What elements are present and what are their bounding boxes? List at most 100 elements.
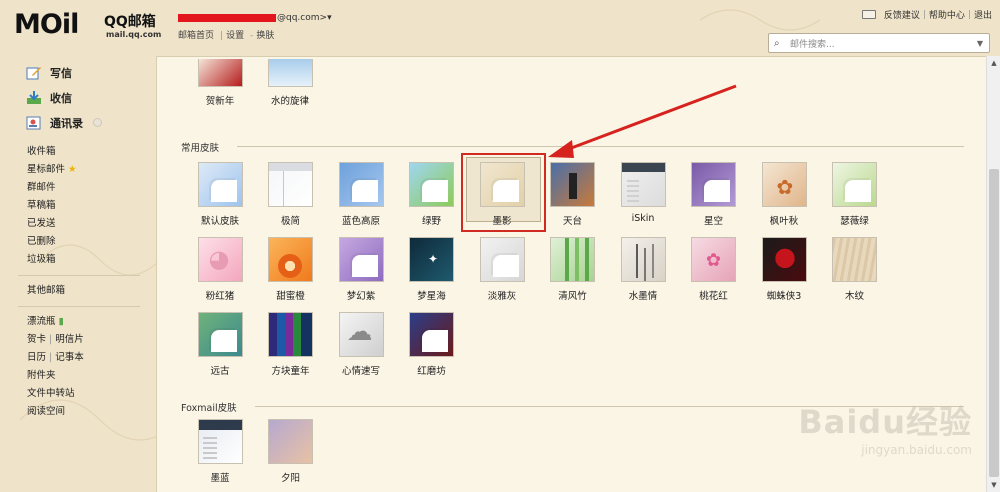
skin-label: iSkin — [631, 213, 655, 224]
search-icon: ⌕ — [774, 37, 780, 49]
skin-item-selected[interactable]: 墨影 — [471, 162, 533, 227]
sidebar-item-starred[interactable]: 星标邮件 ★ — [0, 161, 150, 179]
skin-label: 桃花红 — [699, 291, 728, 302]
skin-item[interactable]: 贺新年 — [189, 59, 251, 107]
calendar-link[interactable]: 日历 — [27, 352, 46, 363]
skin-item[interactable]: 瑟薇绿 — [824, 162, 886, 227]
skin-item[interactable]: 天台 — [542, 162, 604, 227]
skin-thumbnail — [338, 162, 384, 207]
skin-thumbnail — [409, 237, 454, 282]
skin-thumbnail — [338, 237, 384, 282]
search-input[interactable]: 邮件搜索... — [790, 37, 977, 50]
separator: | — [967, 9, 971, 20]
sidebar-item-drafts[interactable]: 草稿箱 — [0, 197, 150, 215]
receive-mail-button[interactable]: 收信 — [0, 85, 150, 110]
skin-item[interactable]: 梦幻紫 — [330, 237, 392, 302]
skin-item[interactable]: 水的旋律 — [259, 59, 321, 107]
skin-thumbnail — [197, 237, 243, 282]
skin-item[interactable]: 甜蜜橙 — [260, 237, 322, 302]
notebook-link[interactable]: 记事本 — [55, 352, 84, 363]
logout-link[interactable]: 退出 — [974, 8, 992, 21]
skin-label: 梦星海 — [417, 291, 446, 302]
sidebar-item-sent[interactable]: 已发送 — [0, 215, 150, 233]
baidu-watermark: Baidu经验 jingyan.baidu.com — [798, 397, 972, 457]
separator: | — [49, 334, 53, 345]
mailbox-home-link[interactable]: 邮箱首页 — [178, 31, 214, 41]
skin-item[interactable]: 星空 — [683, 162, 745, 227]
sidebar-item-deleted[interactable]: 已删除 — [0, 233, 150, 251]
sidebar-item-file-transfer[interactable]: 文件中转站 — [0, 385, 150, 403]
skin-thumbnail — [761, 237, 807, 282]
skin-item[interactable]: 枫叶秋 — [753, 162, 815, 227]
skin-item[interactable]: 夕阳 — [260, 419, 322, 484]
skin-item[interactable]: 桃花红 — [683, 237, 745, 302]
skin-item[interactable]: 绿野 — [401, 162, 463, 227]
skin-thumbnail — [761, 162, 807, 207]
feedback-link[interactable]: 反馈建议 — [884, 8, 920, 21]
skin-item[interactable]: 墨蓝 — [189, 419, 251, 484]
sidebar-item-attachments[interactable]: 附件夹 — [0, 367, 150, 385]
skin-thumbnail — [268, 237, 313, 282]
skin-item[interactable]: 极简 — [260, 162, 322, 227]
separator: - — [250, 31, 254, 41]
sidebar-item-group-mail[interactable]: 群邮件 — [0, 179, 150, 197]
mail-search-box[interactable]: ⌕ 邮件搜索... ▼ — [768, 33, 990, 53]
scroll-down-icon[interactable]: ▼ — [987, 478, 1000, 492]
redacted-account-name — [178, 13, 276, 22]
logo-domain: mail.qq.com — [106, 30, 162, 39]
skin-thumbnail — [479, 162, 525, 207]
sidebar-item-inbox[interactable]: 收件箱 — [0, 143, 150, 161]
postcard-link[interactable]: 明信片 — [55, 334, 84, 345]
separator: | — [922, 9, 926, 20]
change-skin-link[interactable]: 换肤 — [256, 31, 274, 41]
skin-thumbnail — [550, 237, 595, 282]
scroll-up-icon[interactable]: ▲ — [987, 56, 1000, 70]
skin-label: 方块童年 — [271, 366, 310, 377]
skin-thumbnail — [691, 162, 736, 207]
account-selector[interactable]: @qq.com>▾ — [178, 13, 332, 23]
skin-item[interactable]: 红磨坊 — [401, 312, 463, 377]
skin-item[interactable]: 清风竹 — [542, 237, 604, 302]
skin-item[interactable]: 蓝色高原 — [330, 162, 392, 227]
skin-thumbnail — [267, 59, 313, 87]
logo-wordmark: MOil — [14, 9, 79, 40]
skin-label: 红磨坊 — [417, 366, 446, 377]
contacts-button[interactable]: 通讯录 — [0, 110, 150, 135]
inbox-download-icon — [27, 90, 41, 104]
greeting-card-link[interactable]: 贺卡 — [27, 334, 46, 345]
skin-item[interactable]: 心情速写 — [330, 312, 392, 377]
skin-item[interactable]: 远古 — [189, 312, 251, 377]
skin-item[interactable]: 水墨情 — [612, 237, 674, 302]
skin-item[interactable]: 默认皮肤 — [189, 162, 251, 227]
settings-link[interactable]: 设置 — [226, 31, 244, 41]
help-center-link[interactable]: 帮助中心 — [929, 8, 965, 21]
skin-item[interactable]: 梦星海 — [401, 237, 463, 302]
separator: | — [49, 352, 53, 363]
skin-item[interactable]: 蜘蛛侠3 — [753, 237, 815, 302]
skin-label: 墨影 — [492, 216, 512, 227]
skin-item[interactable]: 粉红猪 — [189, 237, 251, 302]
skin-label: 枫叶秋 — [769, 216, 799, 227]
skin-thumbnail — [832, 162, 877, 207]
account-email-suffix: @qq.com> — [277, 13, 328, 23]
compose-button[interactable]: 写信 — [0, 60, 150, 85]
keyboard-icon[interactable] — [861, 10, 876, 19]
skin-item[interactable]: 方块童年 — [260, 312, 322, 377]
search-options-icon[interactable]: ▼ — [977, 39, 983, 48]
sidebar-item-drift-bottle[interactable]: 漂流瓶 ▮ — [0, 313, 150, 331]
skin-item[interactable]: 淡雅灰 — [471, 237, 533, 302]
scrollbar-thumb[interactable] — [989, 169, 999, 477]
skin-item[interactable]: 木纹 — [824, 237, 886, 302]
sidebar-item-other-mailboxes[interactable]: 其他邮箱 — [0, 282, 150, 300]
contacts-status-icon — [93, 118, 102, 127]
skin-label: 梦幻紫 — [346, 291, 376, 302]
contacts-label: 通讯录 — [50, 116, 83, 130]
vertical-scrollbar[interactable]: ▲ ▼ — [986, 56, 1000, 492]
skin-label: 墨蓝 — [210, 473, 230, 484]
sidebar-item-spam[interactable]: 垃圾箱 — [0, 251, 150, 269]
skin-label: 甜蜜橙 — [276, 291, 305, 302]
skin-label: 天台 — [562, 216, 582, 227]
sidebar-item-reading-space[interactable]: 阅读空间 — [0, 403, 150, 421]
skin-item[interactable]: iSkin — [612, 162, 674, 224]
qq-mail-logo[interactable]: MOil QQ邮箱 mail.qq.com — [14, 8, 164, 42]
